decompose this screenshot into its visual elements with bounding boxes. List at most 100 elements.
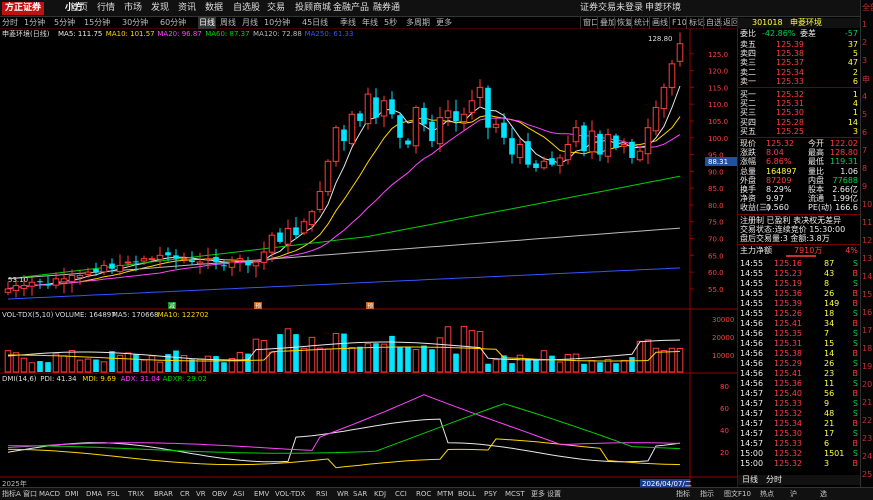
indicator-tab[interactable]: 指标A <box>2 488 21 500</box>
side-list-item[interactable]: 14 <box>862 272 873 281</box>
menu-item[interactable]: 数据 <box>205 0 223 17</box>
menu-item[interactable]: 融券通 <box>373 0 400 17</box>
menu-item[interactable]: 行情 <box>97 0 115 17</box>
trade-login-status[interactable]: 证券交易未登录 <box>580 0 643 17</box>
quote-tab[interactable]: 日线 <box>742 475 758 485</box>
indicator-tab[interactable]: 窗口 <box>23 488 37 500</box>
indicator-tab[interactable]: MTM <box>437 488 453 500</box>
side-list-item[interactable]: 3 <box>862 56 873 65</box>
event-marker[interactable]: 预 <box>255 302 261 310</box>
indicator-tab[interactable]: ROC <box>416 488 431 500</box>
indicator-tab[interactable]: SAR <box>353 488 367 500</box>
side-list-item[interactable]: 23 <box>862 434 873 443</box>
indicator-tab[interactable]: CCI <box>395 488 407 500</box>
side-list-item[interactable]: 1 <box>862 20 873 29</box>
period-tab[interactable]: 日线 <box>198 17 216 29</box>
status-button[interactable]: 沪 <box>790 488 797 500</box>
side-list-item[interactable]: 12 <box>862 236 873 245</box>
side-list-item[interactable]: 7 <box>862 146 873 155</box>
indicator-tab[interactable]: MACD <box>39 488 60 500</box>
period-tab[interactable]: 30分钟 <box>122 17 148 29</box>
indicator-tab[interactable]: PSY <box>484 488 497 500</box>
indicator-tab[interactable]: KDJ <box>374 488 386 500</box>
side-list-item[interactable]: 25 <box>862 470 873 479</box>
indicator-tab[interactable]: BRAR <box>154 488 173 500</box>
side-list-item[interactable]: 11 <box>862 218 873 227</box>
period-tab[interactable]: 5分钟 <box>54 17 75 29</box>
period-tab[interactable]: 多周期 <box>406 17 430 29</box>
period-tab[interactable]: 年线 <box>362 17 378 29</box>
menu-item[interactable]: 交易 <box>267 0 285 17</box>
side-list-item[interactable]: 5 <box>862 110 873 119</box>
period-tab[interactable]: 15分钟 <box>84 17 110 29</box>
status-button[interactable]: 图文F10 <box>724 488 751 500</box>
quote-tab[interactable]: 分时 <box>766 475 782 485</box>
period-tab[interactable]: 周线 <box>220 17 236 29</box>
indicator-tab[interactable]: VR <box>196 488 206 500</box>
side-list-item[interactable]: 全部 <box>862 2 873 13</box>
side-list-item[interactable]: 24 <box>862 452 873 461</box>
side-list-item[interactable]: 22 <box>862 416 873 425</box>
brand-logo[interactable]: 方正证券 <box>2 2 45 15</box>
period-tab[interactable]: 分时 <box>2 17 18 29</box>
side-list-item[interactable]: 15 <box>862 290 873 299</box>
status-button[interactable]: 选 <box>820 488 827 500</box>
indicator-tab[interactable]: DMI <box>65 488 79 500</box>
period-tab[interactable]: 5秒 <box>384 17 397 29</box>
tick-volume: 14 <box>824 349 835 358</box>
menu-item[interactable]: 自选股 <box>233 0 260 17</box>
indicator-tab[interactable]: TRIX <box>128 488 144 500</box>
event-marker[interactable]: 预 <box>367 302 373 310</box>
toolbar-button[interactable]: 统计 <box>631 17 650 29</box>
side-list-item[interactable]: 9 <box>862 182 873 191</box>
kline-chart-area[interactable]: 申菱环境(日线) MA5: 111.75 MA10: 101.57 MA20: 96… <box>0 29 737 496</box>
menu-item[interactable]: 市场 <box>124 0 142 17</box>
indicator-tab[interactable]: ASI <box>233 488 244 500</box>
menu-item[interactable]: 金融产品 <box>333 0 369 17</box>
side-list-item[interactable]: 21 <box>862 398 873 407</box>
side-list-item[interactable]: 8 <box>862 164 873 173</box>
period-tab[interactable]: 更多 <box>436 17 452 29</box>
menu-item[interactable]: 资讯 <box>178 0 196 17</box>
indicator-tab[interactable]: DMA <box>86 488 102 500</box>
indicator-tab[interactable]: RSI <box>316 488 327 500</box>
status-button[interactable]: 热点 <box>760 488 774 500</box>
indicator-tab[interactable]: WR <box>337 488 349 500</box>
indicator-tab[interactable]: 更多 <box>531 488 545 500</box>
toolbar-button[interactable]: F10 <box>669 17 687 29</box>
indicator-tab[interactable]: OBV <box>212 488 227 500</box>
candle-body <box>668 63 676 88</box>
menu-item[interactable]: 发现 <box>151 0 169 17</box>
indicator-tab[interactable]: VOL-TDX <box>275 488 305 500</box>
side-list-item[interactable]: 6 <box>862 128 873 137</box>
side-list-item[interactable]: 20 <box>862 380 873 389</box>
indicator-tab[interactable]: MCST <box>505 488 525 500</box>
period-tab[interactable]: 45日线 <box>302 17 328 29</box>
side-list-item[interactable]: 18 <box>862 344 873 353</box>
side-list-item[interactable]: 4 <box>862 92 873 101</box>
menu-item[interactable]: 首页 <box>70 0 88 17</box>
status-button[interactable]: 指示 <box>700 488 714 500</box>
menu-item[interactable]: 投顾商城 <box>295 0 331 17</box>
indicator-tab[interactable]: 设置 <box>547 488 561 500</box>
side-list-item[interactable]: 16 <box>862 308 873 317</box>
toolbar-button[interactable]: 画线 <box>649 17 668 29</box>
period-tab[interactable]: 10分钟 <box>264 17 290 29</box>
side-list-item[interactable]: 2 <box>862 38 873 47</box>
side-list-item[interactable]: 17 <box>862 326 873 335</box>
period-tab[interactable]: 1分钟 <box>24 17 45 29</box>
indicator-tab[interactable]: BOLL <box>458 488 476 500</box>
side-list-item[interactable]: 申 <box>862 74 873 85</box>
side-list-item[interactable]: 19 <box>862 362 873 371</box>
period-tab[interactable]: 60分钟 <box>160 17 186 29</box>
side-list-item[interactable]: 13 <box>862 254 873 263</box>
period-tab[interactable]: 季线 <box>340 17 356 29</box>
side-list-item[interactable]: 10 <box>862 200 873 209</box>
event-marker[interactable]: 减 <box>169 302 175 310</box>
indicator-tab[interactable]: FSL <box>107 488 119 500</box>
indicator-tab[interactable]: EMV <box>254 488 269 500</box>
status-button[interactable]: 指标 <box>676 488 690 500</box>
period-tab[interactable]: 月线 <box>242 17 258 29</box>
current-stock-label[interactable]: 申菱环境 <box>645 0 681 17</box>
indicator-tab[interactable]: CR <box>180 488 190 500</box>
